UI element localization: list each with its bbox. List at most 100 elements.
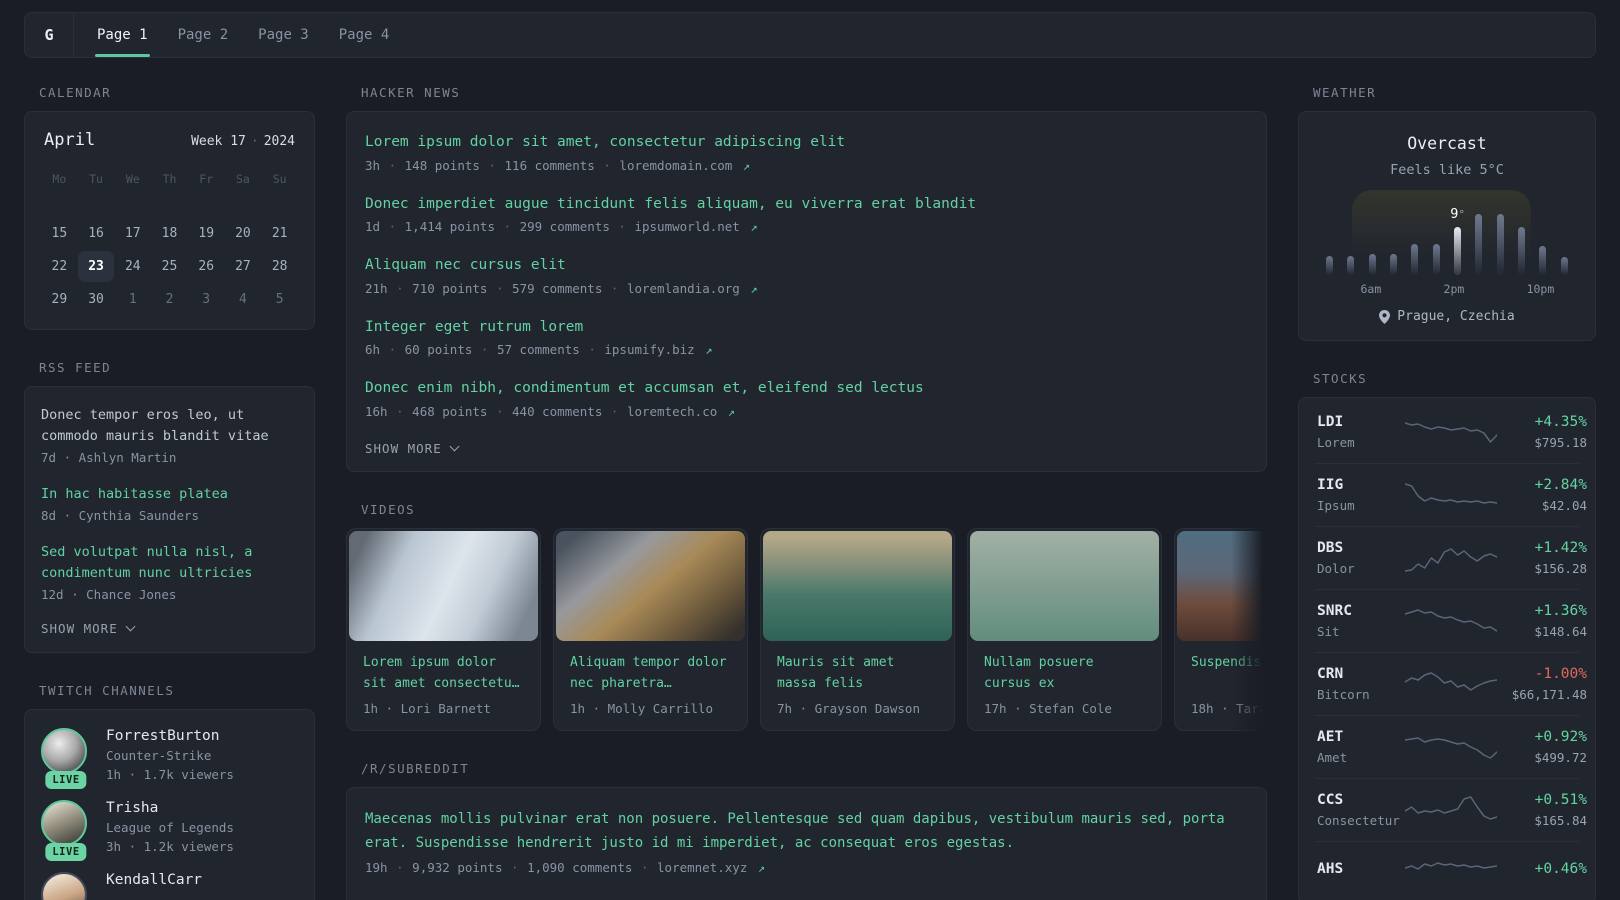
- video-card[interactable]: Nullam posuere cursus ex 17h · Stefan Co…: [967, 527, 1162, 731]
- calendar-day[interactable]: 21: [261, 218, 298, 249]
- video-card[interactable]: Lorem ipsum dolor sit amet consectetu… 1…: [346, 527, 541, 731]
- videos-carousel: Lorem ipsum dolor sit amet consectetu… 1…: [346, 527, 1267, 731]
- item-domain[interactable]: ipsumworld.net: [634, 219, 739, 234]
- rss-item-title[interactable]: Sed volutpat nulla nisl, a condimentum n…: [41, 542, 298, 584]
- weather-hour-label: [1381, 282, 1402, 296]
- weather-hour-label: [1506, 282, 1527, 296]
- weather-bar: [1475, 214, 1483, 275]
- stock-row[interactable]: CCS Consectetur +0.51% $165.84: [1315, 778, 1587, 841]
- calendar-day[interactable]: 30: [78, 284, 115, 315]
- video-card[interactable]: Suspendisse diam 18h · Tara: [1174, 527, 1267, 731]
- calendar-weekday: Mo: [52, 172, 67, 186]
- calendar-day[interactable]: 23: [77, 251, 115, 282]
- hackernews-item: Donec enim nibh, condimentum et accumsan…: [365, 379, 1248, 419]
- subreddit-post-title[interactable]: Maecenas mollis pulvinar erat non posuer…: [365, 808, 1248, 856]
- weather-bar: [1560, 257, 1568, 275]
- calendar-week-label: Week 17: [191, 134, 246, 149]
- video-thumbnail: [1177, 530, 1267, 641]
- twitch-section: TWITCH CHANNELS LIVE ForrestBurton Count…: [24, 683, 315, 900]
- weather-bar: [1411, 244, 1419, 275]
- dashboard: G Page 1 Page 2 Page 3 Page 4 CALENDAR A…: [0, 0, 1620, 900]
- calendar-day[interactable]: 27: [225, 251, 262, 282]
- item-domain[interactable]: loremlandia.org: [627, 281, 740, 296]
- item-domain[interactable]: loremtech.co: [627, 404, 717, 419]
- calendar-day[interactable]: 18: [151, 218, 188, 249]
- calendar-day[interactable]: 24: [114, 251, 151, 282]
- calendar-day[interactable]: 22: [41, 251, 78, 282]
- stock-row[interactable]: DBS Dolor +1.42% $156.28: [1315, 526, 1587, 589]
- stock-sparkline: [1405, 731, 1497, 763]
- separator-dot: ·: [480, 342, 489, 358]
- hackernews-item-title[interactable]: Aliquam nec cursus elit: [365, 256, 1248, 276]
- calendar-day[interactable]: 5: [261, 284, 298, 315]
- hackernews-item-title[interactable]: Integer eget rutrum lorem: [365, 318, 1248, 338]
- page-tab[interactable]: Page 2: [176, 13, 231, 57]
- calendar-day[interactable]: 4: [225, 284, 262, 315]
- twitch-channel-meta: 3h · 1.2k viewers: [106, 838, 234, 854]
- stocks-section: STOCKS LDI Lorem +4.35% $795.18 IIG Ipsu…: [1298, 371, 1596, 900]
- stock-change-percent: -1.00%: [1534, 666, 1587, 682]
- hackernews-show-more-button[interactable]: SHOW MORE: [365, 441, 1248, 456]
- stock-identity: AHS: [1317, 861, 1405, 882]
- twitch-channel-row[interactable]: LIVE KendallCarr: [41, 871, 298, 900]
- video-card[interactable]: Mauris sit amet massa felis 7h · Grayson…: [760, 527, 955, 731]
- stock-values: +4.35% $795.18: [1497, 414, 1587, 450]
- twitch-channel-name: Trisha: [106, 799, 159, 816]
- calendar-day[interactable]: 17: [114, 218, 151, 249]
- weather-bar: [1432, 244, 1440, 275]
- weather-bar: [1326, 256, 1334, 275]
- calendar-day[interactable]: 16: [78, 218, 115, 249]
- stock-row[interactable]: AHS +0.46%: [1315, 841, 1587, 900]
- calendar-day[interactable]: 26: [188, 251, 225, 282]
- page-tab[interactable]: Page 1: [95, 13, 150, 57]
- hackernews-item-title[interactable]: Donec imperdiet augue tincidunt felis al…: [365, 195, 1248, 215]
- twitch-section-label: TWITCH CHANNELS: [39, 682, 175, 698]
- hackernews-item-title[interactable]: Lorem ipsum dolor sit amet, consectetur …: [365, 133, 1248, 153]
- hackernews-item: Aliquam nec cursus elit 21h · 710 points…: [365, 256, 1248, 296]
- stock-row[interactable]: AET Amet +0.92% $499.72: [1315, 715, 1587, 778]
- calendar-day[interactable]: 20: [225, 218, 262, 249]
- item-comments[interactable]: 116 comments: [505, 158, 595, 173]
- stock-row[interactable]: IIG Ipsum +2.84% $42.04: [1315, 463, 1587, 526]
- item-comments[interactable]: 440 comments: [512, 404, 602, 419]
- calendar-day[interactable]: 2: [151, 284, 188, 315]
- app-logo[interactable]: G: [25, 13, 74, 57]
- page-tab-label: Page 2: [177, 27, 229, 43]
- separator-dot: ·: [388, 219, 397, 235]
- item-domain[interactable]: loremnet.xyz: [657, 860, 747, 875]
- weather-location: Prague, Czechia: [1319, 309, 1575, 324]
- rss-item-title[interactable]: In hac habitasse platea: [41, 484, 298, 505]
- item-domain[interactable]: ipsumify.biz: [604, 342, 694, 357]
- page-tab[interactable]: Page 4: [337, 13, 392, 57]
- item-domain[interactable]: loremdomain.com: [619, 158, 732, 173]
- separator-dot: ·: [388, 342, 397, 358]
- calendar-day[interactable]: 28: [261, 251, 298, 282]
- external-link-icon: ↗: [757, 861, 766, 876]
- rss-item-title[interactable]: Donec tempor eros leo, ut commodo mauris…: [41, 405, 298, 447]
- twitch-channel-row[interactable]: LIVE Trisha League of Legends 3h · 1.2k …: [41, 799, 298, 861]
- stock-row[interactable]: CRN Bitcorn -1.00% $66,171.48: [1315, 652, 1587, 715]
- weather-section: WEATHER Overcast Feels like 5°C 9° 6am 2…: [1298, 85, 1596, 341]
- item-comments[interactable]: 299 comments: [520, 219, 610, 234]
- calendar-day[interactable]: 3: [188, 284, 225, 315]
- calendar-day[interactable]: 15: [41, 218, 78, 249]
- rss-section-label: RSS FEED: [39, 360, 112, 375]
- page-tab[interactable]: Page 3: [256, 13, 311, 57]
- hackernews-item-title[interactable]: Donec enim nibh, condimentum et accumsan…: [365, 379, 1248, 399]
- calendar-day[interactable]: 19: [188, 218, 225, 249]
- item-comments[interactable]: 57 comments: [497, 342, 580, 357]
- stock-row[interactable]: SNRC Sit +1.36% $148.64: [1315, 589, 1587, 652]
- stock-row[interactable]: LDI Lorem +4.35% $795.18: [1315, 401, 1587, 463]
- calendar-day[interactable]: 1: [114, 284, 151, 315]
- video-card[interactable]: Aliquam tempor dolor nec pharetra… 1h · …: [553, 527, 748, 731]
- item-comments[interactable]: 1,090 comments: [527, 860, 632, 875]
- calendar-day[interactable]: 29: [41, 284, 78, 315]
- stock-sparkline: [1405, 479, 1497, 511]
- left-column: CALENDAR April Week 17 · 2024 Mo Tu We T…: [24, 85, 315, 900]
- item-comments[interactable]: 579 comments: [512, 281, 602, 296]
- video-meta: 1h · Lori Barnett: [363, 700, 491, 716]
- twitch-channel-row[interactable]: LIVE ForrestBurton Counter-Strike 1h · 1…: [41, 727, 298, 789]
- calendar-day[interactable]: 25: [151, 251, 188, 282]
- rss-show-more-button[interactable]: SHOW MORE: [41, 621, 298, 636]
- stock-values: +0.51% $165.84: [1497, 792, 1587, 828]
